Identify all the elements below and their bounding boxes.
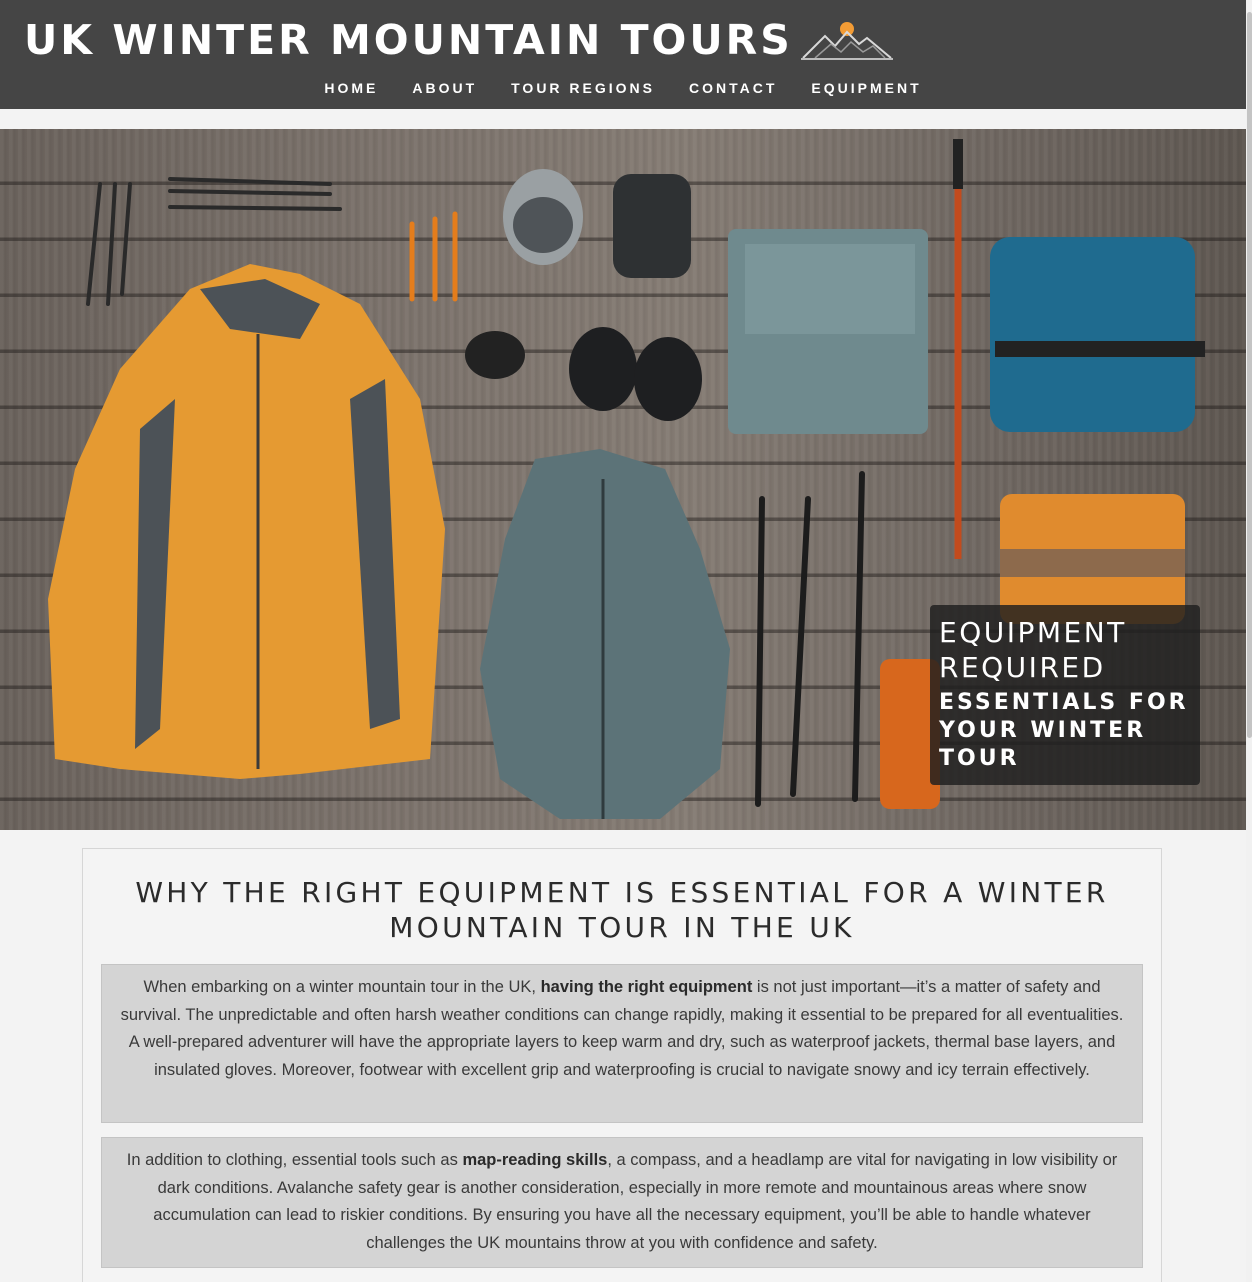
paragraph-2-bold: map-reading skills [462, 1151, 608, 1169]
hero-caption: EQUIPMENT REQUIRED ESSENTIALS FOR YOUR W… [930, 605, 1200, 785]
nav-tour-regions[interactable]: TOUR REGIONS [511, 76, 655, 100]
mountain-sun-icon[interactable] [800, 18, 893, 66]
hero-banner: EQUIPMENT REQUIRED ESSENTIALS FOR YOUR W… [0, 129, 1246, 830]
nav-contact[interactable]: CONTACT [689, 76, 777, 100]
section-heading: WHY THE RIGHT EQUIPMENT IS ESSENTIAL FOR… [135, 876, 1109, 944]
nav-home[interactable]: HOME [324, 76, 378, 100]
paragraph-1-bold: having the right equipment [540, 978, 753, 996]
hero-heading: EQUIPMENT REQUIRED [939, 616, 1127, 684]
content-card: WHY THE RIGHT EQUIPMENT IS ESSENTIAL FOR… [82, 848, 1162, 1282]
hero-subheading: ESSENTIALS FOR YOUR WINTER TOUR [939, 690, 1189, 771]
brand[interactable]: UK WINTER MOUNTAIN TOURS [24, 14, 893, 66]
paragraph-box-2: In addition to clothing, essential tools… [101, 1137, 1143, 1268]
site-title[interactable]: UK WINTER MOUNTAIN TOURS [24, 14, 793, 66]
nav-equipment[interactable]: EQUIPMENT [811, 76, 921, 100]
paragraph-1-pre: When embarking on a winter mountain tour… [143, 978, 541, 996]
paragraph-2-pre: In addition to clothing, essential tools… [126, 1151, 463, 1169]
site-header: UK WINTER MOUNTAIN TOURS HOME ABOUT TOUR… [0, 0, 1246, 109]
paragraph-box-1: When embarking on a winter mountain tour… [101, 964, 1143, 1123]
main-nav: HOME ABOUT TOUR REGIONS CONTACT EQUIPMEN… [0, 76, 1246, 100]
scrollbar-thumb[interactable] [1247, 12, 1252, 738]
page-scrollbar[interactable] [1246, 0, 1252, 1282]
nav-about[interactable]: ABOUT [412, 76, 477, 100]
